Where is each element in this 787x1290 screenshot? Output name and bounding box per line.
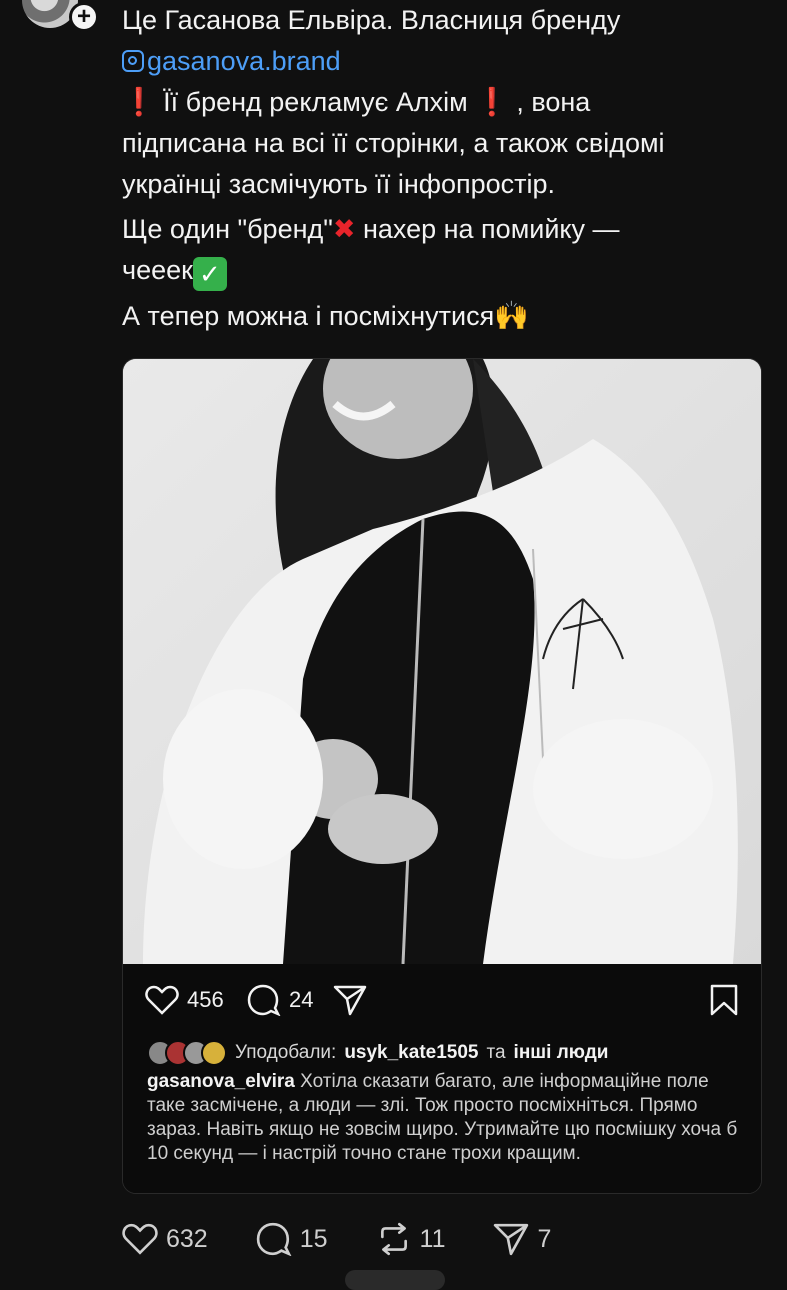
liker-avatars <box>147 1040 227 1066</box>
instagram-icon <box>122 50 144 72</box>
heart-icon <box>145 985 179 1015</box>
bookmark-icon <box>710 984 738 1016</box>
embed-share-button[interactable] <box>333 984 367 1016</box>
comment-icon <box>247 984 281 1016</box>
post-line-3: ❗ Її бренд рекламує Алхім ❗ , вона <box>122 82 772 123</box>
exclamation-icon: ❗ <box>475 87 509 117</box>
liked-by-others[interactable]: інші люди <box>514 1042 609 1064</box>
check-mark-icon: ✓ <box>192 257 227 291</box>
like-count: 632 <box>166 1224 208 1253</box>
exclamation-icon: ❗ <box>122 87 156 117</box>
post-line-8: А тепер можна і посміхнутися🙌 <box>122 295 772 337</box>
post-line-7: чееек ✓ <box>122 250 772 291</box>
post-line-4: підписана на всі її сторінки, а також св… <box>122 128 665 158</box>
liked-by-and: та <box>486 1042 506 1063</box>
post-actions-bar: 632 15 11 7 <box>122 1222 599 1256</box>
share-button[interactable]: 7 <box>493 1222 551 1256</box>
repost-icon <box>380 1222 407 1256</box>
post-line-6-text: Ще один "бренд" <box>122 214 333 244</box>
reply-button[interactable]: 15 <box>256 1222 328 1256</box>
like-button[interactable]: 632 <box>122 1222 208 1256</box>
embed-save-button[interactable] <box>709 984 739 1016</box>
mention-text: gasanova.brand <box>147 46 341 76</box>
embed-like-button[interactable]: 456 <box>145 984 224 1016</box>
post-line-3-text: Її бренд рекламує Алхім <box>155 87 468 117</box>
post-line-5: українці засмічують її інфопростір. <box>122 169 556 199</box>
send-icon <box>494 1223 529 1256</box>
comment-icon <box>256 1222 292 1256</box>
follow-plus-icon[interactable]: + <box>69 2 99 32</box>
instagram-embed-card[interactable]: 456 24 Уподобали: usyk_kate1505 та інші … <box>122 358 762 1194</box>
post-line-6-tail: нахер на помийку — <box>355 214 620 244</box>
post-text: Це Гасанова Ельвіра. Власниця бренду gas… <box>122 0 772 337</box>
woman-in-hoodie-photo <box>123 359 761 964</box>
heart-icon <box>122 1223 158 1255</box>
avatar <box>201 1040 227 1066</box>
post-line-7-text: чееек <box>122 255 193 285</box>
post-photo[interactable] <box>123 359 761 964</box>
send-icon <box>333 985 367 1016</box>
instagram-embed-footer: 456 24 Уподобали: usyk_kate1505 та інші … <box>123 964 761 1193</box>
raised-hands-icon: 🙌 <box>494 300 530 331</box>
embed-caption: gasanova_elvira Хотіла сказати багато, а… <box>147 1070 747 1166</box>
liked-by-prefix: Уподобали: <box>235 1042 337 1063</box>
embed-comment-button[interactable]: 24 <box>247 984 313 1016</box>
embed-like-count: 456 <box>187 987 224 1012</box>
post-line-1: Це Гасанова Ельвіра. Власниця бренду <box>122 5 621 35</box>
reply-count: 15 <box>299 1224 328 1253</box>
bottom-sheet-handle[interactable] <box>345 1270 445 1290</box>
share-count: 7 <box>537 1224 552 1253</box>
brand-mention-link[interactable]: gasanova.brand <box>122 41 772 82</box>
post-line-8-text: А тепер можна і посміхнутися <box>122 301 495 331</box>
liked-by-row: Уподобали: usyk_kate1505 та інші люди <box>147 1040 608 1066</box>
post-line-3-tail: , вона <box>508 87 591 117</box>
repost-count: 11 <box>419 1224 446 1253</box>
repost-button[interactable]: 11 <box>376 1222 446 1256</box>
post-line-6: Ще один "бренд"✖ нахер на помийку — <box>122 209 772 250</box>
caption-username[interactable]: gasanova_elvira <box>147 1071 295 1092</box>
cross-mark-icon: ✖ <box>332 214 356 244</box>
embed-comment-count: 24 <box>289 987 314 1012</box>
liked-by-user[interactable]: usyk_kate1505 <box>344 1042 478 1064</box>
